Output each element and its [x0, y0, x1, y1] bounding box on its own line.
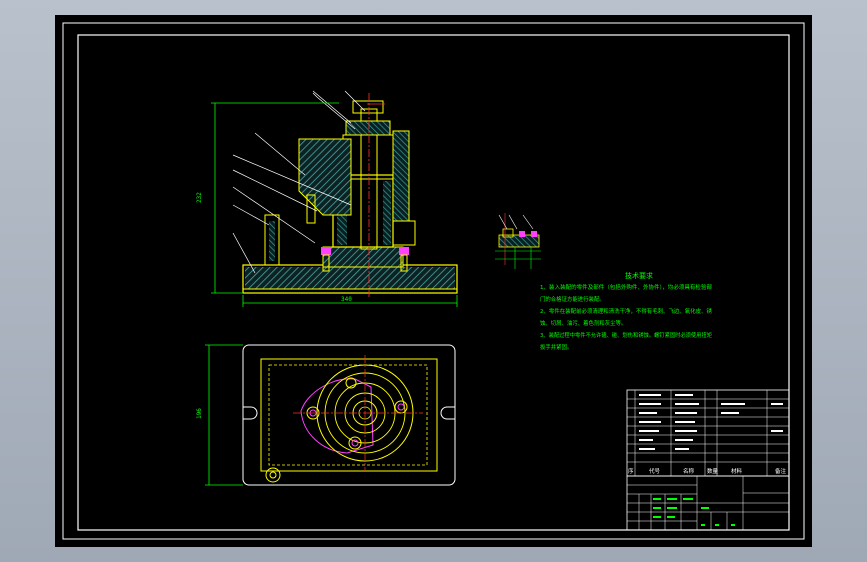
dim-overall-height: 232	[196, 192, 203, 203]
tech-note-line-4: 蚀、切屑、油污、着色剂和灰尘等。	[540, 319, 626, 327]
front-view: 232 340	[196, 90, 458, 307]
bolt-right	[399, 247, 409, 255]
tech-note-line-2: 门的合格证方能进行装配。	[540, 295, 605, 303]
bom-col-name: 名称	[683, 467, 695, 475]
bom-col-remark: 备注	[775, 467, 787, 475]
bom-table	[626, 389, 790, 477]
bolt-left	[321, 247, 331, 255]
dim-base-width: 340	[341, 296, 352, 303]
bom-col-code: 代号	[649, 467, 661, 475]
detail-view	[495, 213, 541, 269]
tech-note-line-6: 扳手并紧固。	[540, 343, 572, 351]
bom-col-no: 序	[628, 467, 634, 475]
bom-col-material: 材料	[731, 467, 743, 475]
drawing-sheet: 232 340 196 技术要求 1、装入装配的零件及部件（包括外购件、外协件）…	[55, 15, 812, 547]
tech-note-line-1: 1、装入装配的零件及部件（包括外购件、外协件），均必须具有检验部	[540, 283, 713, 291]
base-outline-top	[242, 344, 456, 486]
tech-notes: 技术要求 1、装入装配的零件及部件（包括外购件、外协件），均必须具有检验部 门的…	[540, 271, 713, 351]
tech-note-line-5: 3、装配过程中零件不允许磕、碰、划伤和锈蚀。螺钉紧固时必须使用扭矩	[540, 331, 713, 339]
bom-col-qty: 数量	[707, 467, 719, 475]
top-view: 196	[196, 344, 456, 486]
dim-top-height: 196	[196, 408, 203, 419]
tech-note-line-3: 2、零件在装配前必须清理和清洗干净，不得有毛刺、飞边、氧化皮、锈	[540, 307, 713, 315]
tech-notes-title: 技术要求	[625, 271, 653, 280]
cad-viewport[interactable]: 232 340 196 技术要求 1、装入装配的零件及部件（包括外购件、外协件）…	[0, 0, 867, 562]
cad-drawing: 232 340 196 技术要求 1、装入装配的零件及部件（包括外购件、外协件）…	[62, 22, 805, 540]
title-block: 序 代号 名称 数量 材料 备注	[626, 389, 790, 531]
